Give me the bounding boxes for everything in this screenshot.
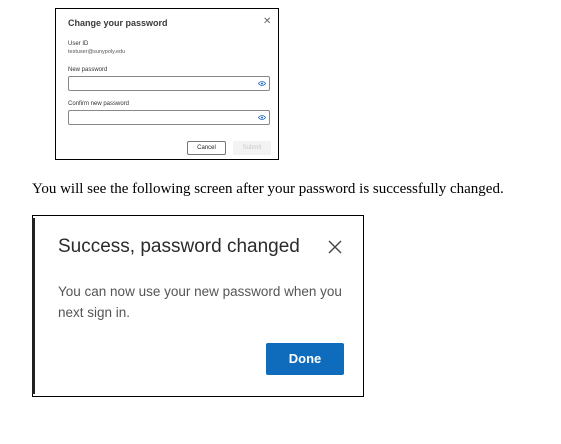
dialog-edge-shadow <box>32 218 35 394</box>
dialog-title: Change your password <box>68 18 168 28</box>
success-title: Success, password changed <box>58 236 300 257</box>
instruction-caption: You will see the following screen after … <box>32 181 504 197</box>
confirm-password-label: Confirm new password <box>68 101 130 107</box>
change-password-dialog: Change your password ✕ User ID testuser@… <box>55 8 279 160</box>
success-message: You can now use your new password when y… <box>58 284 342 320</box>
confirm-password-field[interactable] <box>68 110 270 125</box>
close-icon[interactable]: ✕ <box>263 17 271 27</box>
eye-icon[interactable] <box>258 114 266 121</box>
user-id-label: User ID <box>68 41 89 47</box>
new-password-label: New password <box>68 67 108 73</box>
done-button[interactable]: Done <box>266 343 344 375</box>
user-id-value: testuser@sunypoly.edu <box>68 49 126 55</box>
eye-icon[interactable] <box>258 80 266 87</box>
new-password-field[interactable] <box>68 76 270 91</box>
success-dialog: Success, password changed You can now us… <box>32 215 364 397</box>
submit-button[interactable]: Submit <box>233 141 271 155</box>
cancel-button[interactable]: Cancel <box>187 141 226 155</box>
close-icon[interactable] <box>328 240 342 254</box>
